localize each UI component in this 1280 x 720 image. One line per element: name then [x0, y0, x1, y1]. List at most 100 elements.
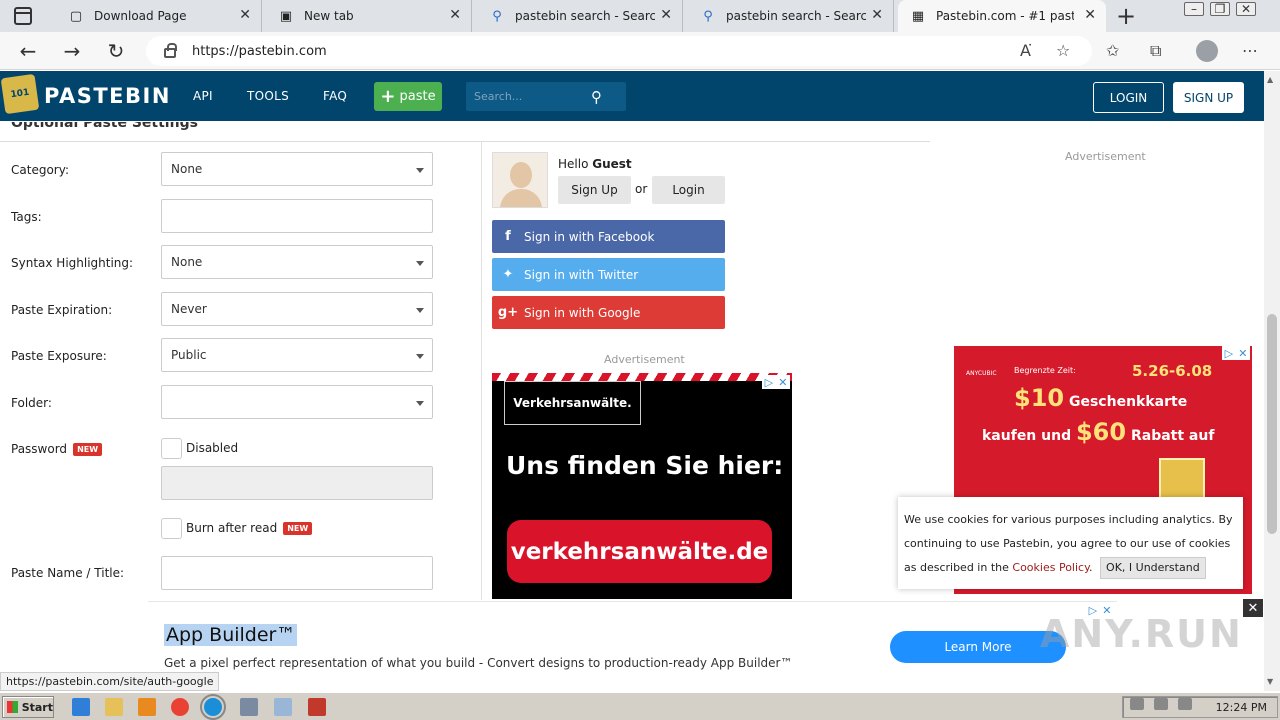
- password-label: Password: [11, 442, 68, 456]
- network-icon[interactable]: [1154, 698, 1168, 710]
- folder-icon[interactable]: [105, 698, 123, 716]
- start-button[interactable]: Start: [2, 696, 54, 718]
- back-icon[interactable]: ←: [16, 39, 40, 63]
- restore-icon[interactable]: ❐: [1210, 2, 1230, 16]
- notepad-icon[interactable]: [274, 698, 292, 716]
- profile-avatar[interactable]: [1196, 40, 1218, 62]
- ad-brand: Verkehrsanwälte.: [504, 381, 641, 425]
- twitter-signin-button[interactable]: ✦ Sign in with Twitter: [492, 258, 725, 291]
- more-menu-icon[interactable]: ⋯: [1242, 41, 1258, 60]
- title-input[interactable]: [161, 556, 433, 590]
- login-button[interactable]: LOGIN: [1093, 82, 1164, 113]
- burn-checkbox[interactable]: [161, 518, 182, 539]
- scrollbar-thumb[interactable]: [1267, 314, 1277, 534]
- vertical-scrollbar[interactable]: ▲ ▼: [1264, 71, 1280, 691]
- scroll-down-icon[interactable]: ▼: [1267, 677, 1273, 686]
- flag-icon[interactable]: [1178, 698, 1192, 710]
- close-icon[interactable]: ✕: [1243, 599, 1263, 617]
- close-icon[interactable]: ✕: [449, 7, 461, 23]
- plus-icon: +: [380, 86, 396, 107]
- expiration-select[interactable]: Never: [161, 292, 433, 326]
- close-icon[interactable]: ✕: [660, 7, 672, 23]
- chrome-icon[interactable]: [171, 698, 189, 716]
- close-icon[interactable]: ✕: [239, 7, 251, 23]
- password-input[interactable]: [161, 466, 433, 500]
- status-bar-url: https://pastebin.com/site/auth-google: [0, 672, 220, 691]
- url-text: https://pastebin.com: [192, 43, 327, 59]
- chevron-down-icon: [416, 261, 424, 266]
- new-paste-button[interactable]: + paste: [374, 82, 442, 111]
- volume-icon[interactable]: [1130, 698, 1144, 710]
- close-icon[interactable]: ✕: [1084, 7, 1096, 23]
- syntax-select[interactable]: None: [161, 245, 433, 279]
- category-label: Category:: [11, 163, 69, 177]
- tab-label: Pastebin.com - #1 paste t: [936, 9, 1074, 23]
- ad-url-button[interactable]: verkehrsanwälte.de: [507, 520, 772, 583]
- minimize-icon[interactable]: –: [1184, 2, 1204, 16]
- password-checkbox[interactable]: [161, 438, 182, 459]
- nav-api[interactable]: API: [193, 89, 213, 103]
- page-icon: ▢: [69, 8, 83, 24]
- advertisement-verkehrsanwaelte[interactable]: Verkehrsanwälte. Uns finden Sie hier: ve…: [492, 373, 792, 599]
- new-tab-button[interactable]: +: [1116, 2, 1136, 30]
- site-logo[interactable]: PASTEBIN: [44, 84, 171, 108]
- close-window-icon[interactable]: ✕: [1236, 2, 1256, 16]
- tags-input[interactable]: [161, 199, 433, 233]
- search-icon[interactable]: ⚲: [591, 88, 602, 106]
- chevron-down-icon: [416, 308, 424, 313]
- ad-text-2b: Rabatt auf: [1130, 428, 1215, 444]
- windows-flag-icon: [7, 701, 18, 713]
- bottom-banner-ad[interactable]: App Builder™ Get a pixel perfect represe…: [148, 601, 1117, 691]
- adchoices-icon[interactable]: ▷ ✕: [762, 375, 790, 389]
- newtab-icon: ▣: [279, 8, 293, 24]
- tab-actions-icon[interactable]: [14, 7, 32, 25]
- lock-icon[interactable]: [164, 43, 177, 58]
- add-favorite-icon[interactable]: ☆: [1056, 41, 1070, 60]
- tags-label: Tags:: [11, 210, 42, 224]
- ad-period-label: Begrenzte Zeit:: [1014, 366, 1076, 375]
- signup-button[interactable]: SIGN UP: [1173, 82, 1244, 113]
- category-select[interactable]: None: [161, 152, 433, 186]
- cookie-accept-button[interactable]: OK, I Understand: [1100, 557, 1206, 579]
- folder-select[interactable]: [161, 385, 433, 419]
- tab-pastebin[interactable]: ▦ Pastebin.com - #1 paste t ✕: [898, 0, 1106, 32]
- url-field[interactable]: https://pastebin.com: [146, 36, 1092, 66]
- app-icon[interactable]: [240, 698, 258, 716]
- pastebin-logo-icon[interactable]: 101: [0, 73, 40, 115]
- cookies-policy-link[interactable]: Cookies Policy: [1012, 561, 1089, 574]
- ad-line-2: kaufen und $60 Rabatt auf: [982, 418, 1214, 446]
- tab-new-tab[interactable]: ▣ New tab ✕: [266, 0, 472, 32]
- close-icon[interactable]: ✕: [871, 7, 883, 23]
- ad-amount-1: $10: [1014, 384, 1065, 412]
- ie-icon[interactable]: [72, 698, 90, 716]
- scroll-up-icon[interactable]: ▲: [1267, 75, 1273, 84]
- tab-download-page[interactable]: ▢ Download Page ✕: [56, 0, 262, 32]
- archive-icon[interactable]: [308, 698, 326, 716]
- read-aloud-icon[interactable]: A͘: [1020, 41, 1031, 60]
- adchoices-icon[interactable]: ▷ ✕: [1222, 346, 1250, 360]
- new-badge: NEW: [283, 522, 313, 535]
- header-search: ⚲: [466, 82, 626, 111]
- google-signin-button[interactable]: g+ Sign in with Google: [492, 296, 725, 329]
- media-player-icon[interactable]: [138, 698, 156, 716]
- panel-login-button[interactable]: Login: [652, 176, 725, 204]
- forward-icon[interactable]: →: [60, 39, 84, 63]
- watermark: ANY.RUN: [1040, 612, 1243, 656]
- favorites-icon[interactable]: ✩: [1106, 41, 1119, 60]
- nav-faq[interactable]: FAQ: [323, 89, 347, 103]
- refresh-icon[interactable]: ↻: [104, 39, 128, 63]
- tab-search-2[interactable]: ⚲ pastebin search - Search ✕: [688, 0, 894, 32]
- clock[interactable]: 12:24 PM: [1216, 701, 1267, 714]
- facebook-signin-button[interactable]: f Sign in with Facebook: [492, 220, 725, 253]
- collections-icon[interactable]: ⧉: [1150, 41, 1161, 61]
- exposure-select[interactable]: Public: [161, 338, 433, 372]
- panel-signup-button[interactable]: Sign Up: [558, 176, 631, 204]
- search-input[interactable]: [466, 90, 591, 103]
- tab-search-1[interactable]: ⚲ pastebin search - Search ✕: [477, 0, 683, 32]
- expiration-label: Paste Expiration:: [11, 303, 113, 317]
- column-divider: [481, 142, 482, 600]
- edge-icon[interactable]: [200, 694, 226, 720]
- start-label: Start: [21, 700, 53, 714]
- nav-tools[interactable]: TOOLS: [247, 89, 289, 103]
- avatar-head: [510, 162, 532, 188]
